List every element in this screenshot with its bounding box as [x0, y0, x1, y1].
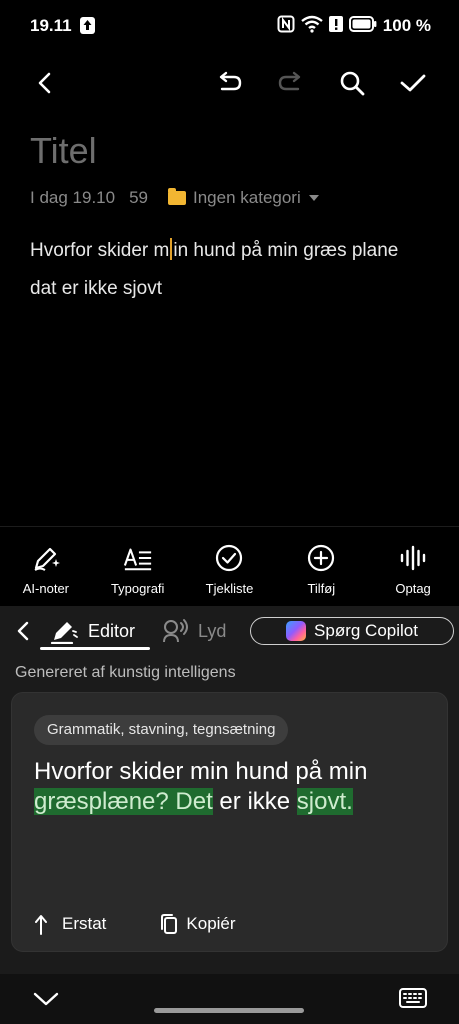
redo-button[interactable] [274, 66, 308, 100]
replace-button[interactable]: Erstat [34, 913, 106, 935]
pen-icon [50, 622, 78, 644]
tool-label: Tjekliste [205, 581, 254, 596]
undo-button[interactable] [212, 66, 246, 100]
note-meta: I dag 19.10 59 Ingen kategori [30, 188, 319, 208]
checkmark-icon [400, 74, 426, 92]
tool-label: Optag [395, 581, 431, 596]
result-highlight: græsplæne? Det [34, 788, 213, 815]
result-text: Hvorfor skider min hund på min [34, 758, 368, 785]
redo-icon [278, 71, 301, 91]
result-highlight: sjovt. [296, 788, 353, 815]
plus-circle-icon [306, 543, 336, 573]
tab-audio-label: Lyd [198, 620, 227, 641]
tab-editor[interactable]: Editor [50, 616, 135, 646]
top-action-bar [0, 58, 459, 108]
hide-keyboard-button[interactable] [33, 991, 59, 1012]
note-body-editor[interactable]: Hvorfor skider m in hund på min græs plan… [30, 232, 430, 308]
replace-arrow-icon [34, 913, 56, 935]
active-tab-indicator [40, 647, 150, 650]
system-nav-bar [0, 974, 459, 1024]
status-icons: 100 % [277, 14, 431, 38]
note-date: I dag 19.10 [30, 188, 116, 207]
status-time: 19.11 [30, 16, 72, 35]
search-icon [340, 71, 365, 96]
copy-button[interactable]: Kopiér [158, 913, 236, 935]
back-arrow-icon [38, 72, 51, 94]
typography-icon [123, 543, 153, 573]
pen-sparkle-icon [31, 543, 61, 573]
copy-icon [158, 913, 180, 935]
folder-icon [168, 188, 186, 205]
note-title-field[interactable]: Titel [30, 130, 97, 172]
character-count: 59 [129, 188, 148, 207]
back-button[interactable] [28, 66, 62, 100]
tool-label: AI-noter [22, 581, 70, 596]
note-toolbar: AI-noter Typografi Tjekliste Tilføj Opta… [0, 526, 459, 606]
tab-editor-label: Editor [88, 620, 136, 641]
ai-panel-tabs: Editor Lyd Spørg Copilot [0, 606, 459, 656]
waveform-icon [398, 543, 428, 573]
copy-label: Kopiér [186, 914, 236, 933]
correction-type-chip: Grammatik, stavning, tegnsætning [34, 715, 289, 745]
ai-suggestion-card: Grammatik, stavning, tegnsætning Hvorfor… [11, 692, 448, 952]
tool-label: Tilføj [307, 581, 336, 596]
ask-copilot-button[interactable]: Spørg Copilot [250, 617, 454, 645]
note-body-text-start: Hvorfor skider m [30, 240, 170, 261]
search-button[interactable] [335, 66, 369, 100]
keyboard-icon [399, 988, 427, 1008]
typography-button[interactable]: Typografi [92, 527, 184, 606]
copilot-logo-icon [286, 621, 307, 641]
ai-generated-caption: Genereret af kunstig intelligens [15, 664, 236, 681]
tab-audio[interactable]: Lyd [162, 616, 226, 646]
alert-icon [328, 15, 343, 38]
checklist-button[interactable]: Tjekliste [184, 527, 276, 606]
ai-corrected-text[interactable]: Hvorfor skider min hund på min græsplæne… [34, 757, 414, 817]
record-button[interactable]: Optag [367, 527, 459, 606]
voice-icon [163, 619, 188, 643]
upload-notification-icon [80, 17, 95, 34]
copilot-label: Spørg Copilot [314, 621, 418, 640]
result-text: er ikke [212, 788, 297, 815]
ai-panel: Editor Lyd Spørg Copilot Genereret af ku… [0, 606, 459, 974]
category-selector[interactable]: Ingen kategori [168, 188, 319, 208]
chevron-left-icon [17, 621, 29, 641]
keyboard-switch-button[interactable] [399, 988, 427, 1013]
category-label: Ingen kategori [193, 188, 301, 207]
battery-level: 100 % [382, 16, 431, 35]
panel-back-button[interactable] [12, 618, 34, 644]
add-button[interactable]: Tilføj [275, 527, 367, 606]
check-circle-icon [214, 543, 244, 573]
status-bar: 19.11 100 % [0, 0, 459, 52]
ai-notes-button[interactable]: AI-noter [0, 527, 92, 606]
undo-icon [219, 71, 242, 91]
caret-down-icon [308, 195, 319, 201]
home-gesture-bar[interactable] [154, 1008, 304, 1013]
card-actions: Erstat Kopiér [34, 913, 236, 935]
nfc-icon [277, 15, 295, 38]
battery-icon [348, 15, 377, 37]
replace-label: Erstat [62, 914, 107, 933]
wifi-icon [301, 15, 323, 38]
chevron-down-icon [33, 992, 59, 1006]
tool-label: Typografi [110, 581, 165, 596]
done-button[interactable] [396, 66, 430, 100]
